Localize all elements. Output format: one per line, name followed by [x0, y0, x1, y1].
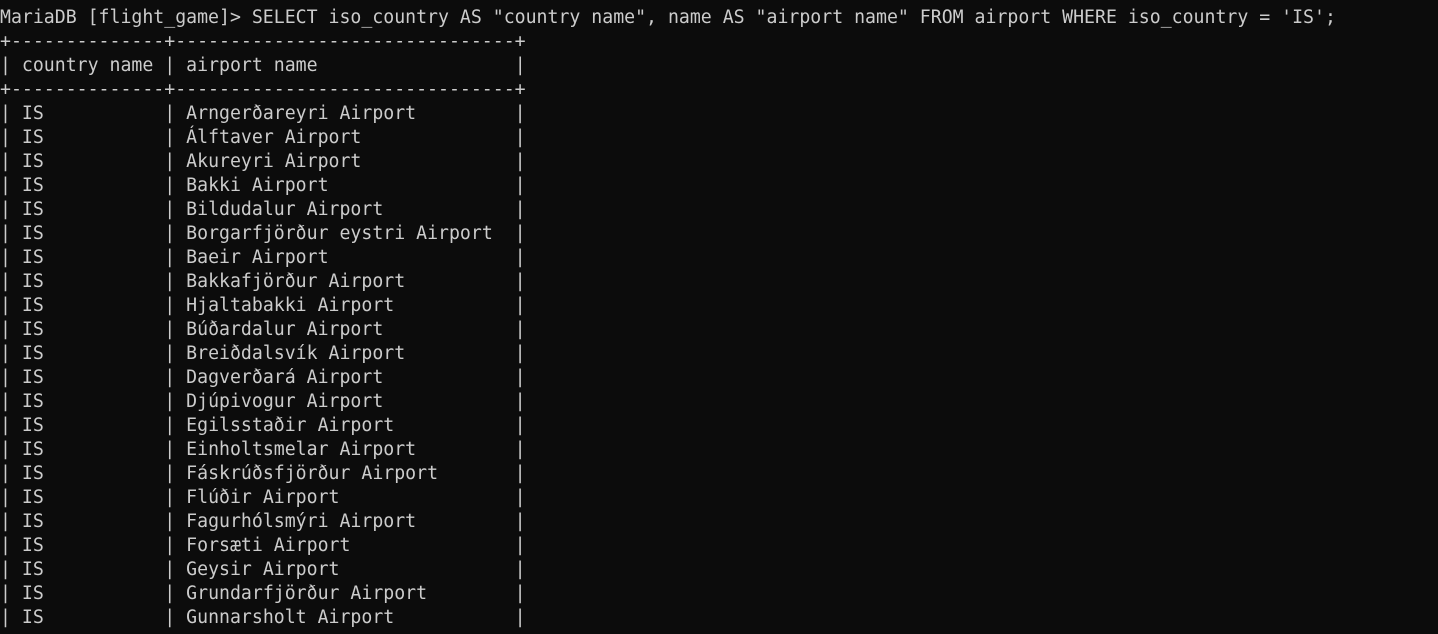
- table-row: | IS | Geysir Airport |: [0, 559, 526, 580]
- cell-country: IS: [21, 391, 44, 412]
- table-row: | IS | Forsæti Airport |: [0, 535, 526, 556]
- cell-country: IS: [21, 247, 44, 268]
- cell-airport-name: Baeir Airport: [186, 247, 329, 268]
- cell-country: IS: [21, 535, 44, 556]
- cell-country: IS: [21, 487, 44, 508]
- cell-airport-name: Bakki Airport: [186, 175, 329, 196]
- cell-airport-name: Fáskrúðsfjörður Airport: [186, 463, 439, 484]
- cell-airport-name: Grundarfjörður Airport: [186, 583, 428, 604]
- border-header-text: +--------------+------------------------…: [0, 79, 526, 100]
- table-body: | IS | Arngerðareyri Airport | | IS | Álf…: [0, 102, 1438, 630]
- column-header-country-name: country name: [21, 55, 154, 76]
- cell-country: IS: [21, 439, 44, 460]
- terminal-window[interactable]: MariaDB [flight_game]> SELECT iso_countr…: [0, 6, 1438, 634]
- cell-airport-name: Einholtsmelar Airport: [186, 439, 417, 460]
- table-row: | IS | Bildudalur Airport |: [0, 199, 526, 220]
- cell-country: IS: [21, 175, 44, 196]
- cell-country: IS: [21, 607, 44, 628]
- table-row: | IS | Grundarfjörður Airport |: [0, 583, 526, 604]
- table-row: | IS | Baeir Airport |: [0, 247, 526, 268]
- table-row: | IS | Bakkafjörður Airport |: [0, 271, 526, 292]
- cell-country: IS: [21, 367, 44, 388]
- cell-airport-name: Fagurhólsmýri Airport: [186, 511, 417, 532]
- column-header-airport-name: airport name: [186, 55, 318, 76]
- table-row: | IS | Einholtsmelar Airport |: [0, 439, 526, 460]
- cell-airport-name: Borgarfjörður eystri Airport: [186, 223, 493, 244]
- cell-country: IS: [21, 295, 44, 316]
- header-pad: [318, 55, 515, 76]
- cell-country: IS: [21, 511, 44, 532]
- cell-airport-name: Búðardalur Airport: [186, 319, 384, 340]
- table-row: | IS | Flúðir Airport |: [0, 487, 526, 508]
- table-row: | IS | Fagurhólsmýri Airport |: [0, 511, 526, 532]
- cell-country: IS: [21, 271, 44, 292]
- table-row: | IS | Arngerðareyri Airport |: [0, 103, 526, 124]
- table-row: | IS | Hjaltabakki Airport |: [0, 295, 526, 316]
- cell-country: IS: [21, 463, 44, 484]
- cell-airport-name: Djúpivogur Airport: [186, 391, 384, 412]
- table-row: | IS | Bakki Airport |: [0, 175, 526, 196]
- cell-country: IS: [21, 559, 44, 580]
- cell-airport-name: Forsæti Airport: [186, 535, 351, 556]
- cell-airport-name: Bakkafjörður Airport: [186, 271, 406, 292]
- cell-airport-name: Hjaltabakki Airport: [186, 295, 395, 316]
- cell-country: IS: [21, 103, 44, 124]
- cell-country: IS: [21, 343, 44, 364]
- table-row: | IS | Borgarfjörður eystri Airport |: [0, 223, 526, 244]
- cell-country: IS: [21, 199, 44, 220]
- table-row: | IS | Djúpivogur Airport |: [0, 391, 526, 412]
- sql-command: SELECT iso_country AS "country name", na…: [251, 7, 1336, 28]
- cell-country: IS: [21, 127, 44, 148]
- cell-country: IS: [21, 415, 44, 436]
- table-row: | IS | Álftaver Airport |: [0, 127, 526, 148]
- cell-country: IS: [21, 319, 44, 340]
- table-border-top: +--------------+------------------------…: [0, 30, 1438, 54]
- table-row: | IS | Egilsstaðir Airport |: [0, 415, 526, 436]
- table-border-header: +--------------+------------------------…: [0, 78, 1438, 102]
- cell-country: IS: [21, 151, 44, 172]
- cell-airport-name: Gunnarsholt Airport: [186, 607, 395, 628]
- table-row: | IS | Dagverðará Airport |: [0, 367, 526, 388]
- table-row: | IS | Fáskrúðsfjörður Airport |: [0, 463, 526, 484]
- cell-airport-name: Egilsstaðir Airport: [186, 415, 395, 436]
- cell-airport-name: Breiðdalsvík Airport: [186, 343, 406, 364]
- cell-airport-name: Arngerðareyri Airport: [186, 103, 417, 124]
- table-header-row: | country name | airport name |: [0, 55, 526, 76]
- command-line: MariaDB [flight_game]> SELECT iso_countr…: [0, 6, 1438, 30]
- mariadb-prompt: MariaDB [flight_game]>: [0, 7, 241, 28]
- cell-country: IS: [21, 583, 44, 604]
- cell-country: IS: [21, 223, 44, 244]
- cell-airport-name: Flúðir Airport: [186, 487, 340, 508]
- cell-airport-name: Akureyri Airport: [186, 151, 362, 172]
- cell-airport-name: Geysir Airport: [186, 559, 340, 580]
- table-row: | IS | Gunnarsholt Airport |: [0, 607, 526, 628]
- table-row: | IS | Akureyri Airport |: [0, 151, 526, 172]
- table-row: | IS | Breiðdalsvík Airport |: [0, 343, 526, 364]
- cell-airport-name: Álftaver Airport: [186, 127, 362, 148]
- cell-airport-name: Bildudalur Airport: [186, 199, 384, 220]
- cell-airport-name: Dagverðará Airport: [186, 367, 384, 388]
- table-row: | IS | Búðardalur Airport |: [0, 319, 526, 340]
- border-top-text: +--------------+------------------------…: [0, 31, 526, 52]
